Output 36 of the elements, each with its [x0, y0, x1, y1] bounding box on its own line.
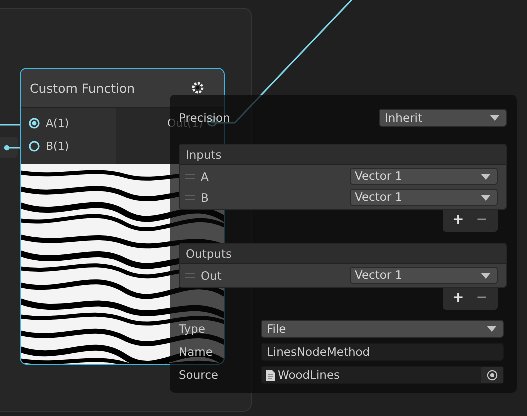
source-field[interactable]: WoodLines — [261, 366, 504, 384]
precision-dropdown[interactable]: Inherit — [379, 109, 507, 127]
port-icon[interactable] — [4, 145, 10, 151]
add-button[interactable]: + — [448, 290, 468, 307]
file-icon — [266, 370, 275, 380]
row-name: Out — [201, 268, 223, 282]
caret-icon — [481, 194, 491, 200]
node-title: Custom Function — [30, 80, 136, 96]
port-icon[interactable] — [29, 118, 40, 129]
list-header: Inputs — [186, 148, 222, 162]
caret-icon — [490, 115, 500, 121]
field-label: Source — [179, 368, 220, 382]
add-button[interactable]: + — [448, 212, 468, 229]
drag-handle-icon[interactable] — [185, 174, 195, 179]
property-node[interactable] — [0, 137, 18, 158]
type-dropdown[interactable]: Vector 1 — [350, 168, 498, 185]
caret-icon — [487, 326, 497, 332]
port-icon[interactable] — [29, 141, 40, 152]
gear-icon[interactable] — [192, 82, 204, 94]
drag-handle-icon[interactable] — [185, 195, 195, 200]
target-icon[interactable] — [486, 370, 498, 380]
row-name: B — [201, 190, 210, 204]
type-dropdown[interactable]: Vector 1 — [350, 189, 498, 206]
port-label: A(1) — [46, 117, 70, 130]
name-field[interactable]: LinesNodeMethod — [261, 343, 504, 361]
field-label: Type — [179, 322, 206, 336]
field-label: Name — [179, 345, 214, 359]
drag-handle-icon[interactable] — [185, 273, 195, 278]
remove-button[interactable]: − — [472, 212, 492, 229]
type-dropdown[interactable]: Vector 1 — [350, 267, 498, 284]
caret-icon — [481, 174, 491, 180]
remove-button[interactable]: − — [472, 290, 492, 307]
type-dropdown[interactable]: File — [261, 320, 504, 338]
caret-icon — [481, 272, 491, 278]
row-name: A — [201, 170, 210, 184]
port-label: B(1) — [46, 140, 70, 153]
